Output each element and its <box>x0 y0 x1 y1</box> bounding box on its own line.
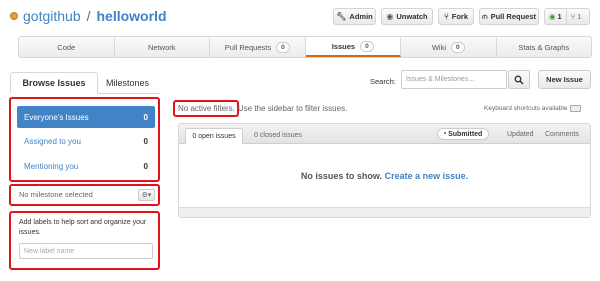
sort-submitted-label: Submitted <box>448 130 483 138</box>
tab-wiki[interactable]: Wiki 0 <box>401 37 497 57</box>
fork-icon: ⑂ <box>570 12 576 21</box>
tab-issues-label: Issues <box>331 41 356 51</box>
open-issues-tab[interactable]: 0 open issues <box>185 128 243 144</box>
labels-help-text: Add labels to help sort and organize you… <box>19 219 147 236</box>
tab-code-label: Code <box>57 42 76 52</box>
tab-network-label: Network <box>147 42 176 52</box>
filters-hint: Use the sidebar to filter issues. <box>237 104 348 113</box>
search-label: Search: <box>370 76 396 86</box>
tab-code[interactable]: Code <box>19 37 115 57</box>
issues-list-panel: 0 open issues 0 closed issues • Submitte… <box>178 123 591 218</box>
filters-status-line: No active filters. Use the sidebar to fi… <box>178 104 347 113</box>
admin-button-label: Admin <box>349 12 373 21</box>
gear-icon[interactable]: ⚙▾ <box>138 189 155 201</box>
keyboard-icon <box>570 105 582 112</box>
tab-pull-requests-label: Pull Requests <box>224 42 272 52</box>
filter-label: Assigned to you <box>24 136 81 146</box>
watchers-count[interactable]: ◉ 1 <box>545 9 566 24</box>
sort-comments[interactable]: Comments <box>545 128 579 140</box>
fork-button[interactable]: ⑂ Fork <box>438 8 474 25</box>
keyboard-shortcuts-label: Keyboard shortcuts available <box>484 105 568 112</box>
eye-icon: ◉ <box>386 12 394 21</box>
search-input[interactable]: Issues & Milestones... <box>401 70 507 89</box>
filter-everyones-issues[interactable]: Everyone's Issues 0 <box>17 106 155 128</box>
fork-button-label: Fork <box>451 12 469 21</box>
create-issue-link[interactable]: Create a new issue. <box>385 171 469 181</box>
pull-request-button-label: Pull Request <box>490 12 536 21</box>
sort-updated[interactable]: Updated <box>507 128 533 140</box>
issues-list-footer <box>179 207 590 217</box>
pull-request-button[interactable]: ⫙ Pull Request <box>479 8 539 25</box>
filter-assigned-to-you[interactable]: Assigned to you 0 <box>17 130 155 152</box>
milestones-tab[interactable]: Milestones <box>106 72 149 94</box>
search-icon <box>514 75 524 85</box>
empty-state-text: No issues to show. <box>300 171 383 181</box>
sort-bullet-icon: • <box>444 131 447 137</box>
eye-icon: ◉ <box>549 12 556 21</box>
wrench-icon: 🔧︎ <box>336 12 347 21</box>
tab-network[interactable]: Network <box>115 37 210 57</box>
repo-name-link[interactable]: helloworld <box>97 8 167 24</box>
unwatch-button-label: Unwatch <box>396 12 428 21</box>
browse-issues-tab[interactable]: Browse Issues <box>10 72 98 94</box>
social-counts: ◉ 1 ⑂ 1 <box>544 8 590 25</box>
tab-stats-graphs-label: Stats & Graphs <box>518 42 570 52</box>
issues-count-badge: 0 <box>360 40 374 52</box>
forks-count[interactable]: ⑂ 1 <box>565 9 586 24</box>
filter-count: 0 <box>143 136 148 146</box>
tab-stats-graphs[interactable]: Stats & Graphs <box>497 37 592 57</box>
filter-mentioning-you[interactable]: Mentioning you 0 <box>17 155 155 177</box>
pull-request-icon: ⫙ <box>481 11 488 21</box>
empty-state-message: No issues to show. Create a new issue. <box>179 171 590 181</box>
admin-button[interactable]: 🔧︎ Admin <box>333 8 376 25</box>
tab-pull-requests[interactable]: Pull Requests 0 <box>210 37 306 57</box>
watchers-count-value: 1 <box>557 12 562 21</box>
search-button[interactable] <box>508 70 530 89</box>
fork-icon: ⑂ <box>443 12 449 21</box>
milestone-selector[interactable]: No milestone selected ⚙▾ <box>9 184 160 206</box>
repo-separator: / <box>86 8 91 24</box>
sort-submitted[interactable]: • Submitted <box>437 128 490 140</box>
issue-filter-list: Everyone's Issues 0 Assigned to you 0 Me… <box>9 97 160 182</box>
tab-issues[interactable]: Issues 0 <box>305 37 401 57</box>
filter-count: 0 <box>143 161 148 171</box>
repo-title: gotgithub / helloworld <box>10 8 167 24</box>
closed-issues-tab[interactable]: 0 closed issues <box>247 128 309 142</box>
filter-count: 0 <box>143 112 148 122</box>
unwatch-button[interactable]: ◉ Unwatch <box>381 8 433 25</box>
new-label-input[interactable]: New label name <box>19 243 153 259</box>
filters-status: No active filters. <box>178 104 235 113</box>
repo-owner-link[interactable]: gotgithub <box>23 8 81 24</box>
forks-count-value: 1 <box>577 12 582 21</box>
filter-label: Everyone's Issues <box>24 112 89 122</box>
tab-wiki-label: Wiki <box>431 42 447 52</box>
milestone-selected-text: No milestone selected <box>19 190 93 199</box>
filter-label: Mentioning you <box>24 161 79 171</box>
wiki-count-badge: 0 <box>451 41 465 53</box>
new-issue-button[interactable]: New Issue <box>538 70 591 89</box>
issues-list-header: 0 open issues 0 closed issues • Submitte… <box>179 124 590 144</box>
pull-requests-count-badge: 0 <box>276 41 290 53</box>
keyboard-shortcuts-hint[interactable]: Keyboard shortcuts available <box>484 105 582 112</box>
repo-icon <box>10 12 18 20</box>
repo-tab-bar: Code Network Pull Requests 0 Issues 0 Wi… <box>18 36 592 58</box>
labels-section: Add labels to help sort and organize you… <box>9 211 160 270</box>
